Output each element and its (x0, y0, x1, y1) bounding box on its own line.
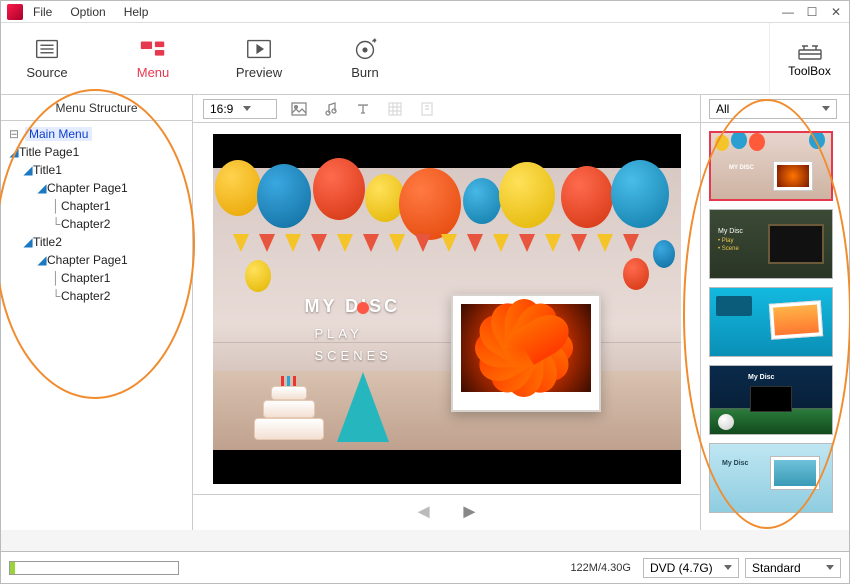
step-preview-label: Preview (236, 65, 282, 80)
text-icon[interactable] (353, 99, 373, 119)
prev-page-button[interactable]: ◄ (414, 501, 434, 524)
toolbox-button[interactable]: ToolBox (769, 23, 849, 94)
tree-chapter-page1-a[interactable]: Chapter Page1 (47, 181, 128, 195)
template-filter-select[interactable]: All (709, 99, 837, 119)
tree-chapter2-b[interactable]: Chapter2 (61, 289, 110, 303)
disc-type-select[interactable]: DVD (4.7G) (643, 558, 739, 578)
tree-chapter1-a[interactable]: Chapter1 (61, 199, 110, 213)
tree-title1[interactable]: Title1 (33, 163, 62, 177)
tree-chapter2-a[interactable]: Chapter2 (61, 217, 110, 231)
step-source-label: Source (26, 65, 67, 80)
source-icon (32, 37, 62, 61)
tree-main-menu[interactable]: Main Menu (25, 127, 92, 141)
menu-preview[interactable]: MY DISC PLAY SCENES (213, 134, 681, 484)
grid-icon[interactable] (385, 99, 405, 119)
template-thumb-5[interactable]: My Disc (709, 443, 833, 513)
music-icon[interactable] (321, 99, 341, 119)
image-icon[interactable] (289, 99, 309, 119)
template-filter-value: All (716, 102, 729, 116)
menu-item-play[interactable]: PLAY (315, 326, 363, 341)
aspect-ratio-value: 16:9 (210, 102, 233, 116)
preview-icon (244, 37, 274, 61)
step-burn[interactable]: Burn (319, 23, 411, 94)
disc-type-value: DVD (4.7G) (650, 561, 713, 575)
tree-title2[interactable]: Title2 (33, 235, 62, 249)
maximize-button[interactable]: ☐ (805, 5, 819, 19)
step-menu[interactable]: Menu (107, 23, 199, 94)
step-menu-label: Menu (137, 65, 170, 80)
menu-item-scenes[interactable]: SCENES (315, 348, 392, 363)
tree-chapter1-b[interactable]: Chapter1 (61, 271, 110, 285)
preview-thumbnail-frame[interactable] (451, 294, 601, 412)
template-thumb-3[interactable] (709, 287, 833, 357)
template-icon[interactable] (417, 99, 437, 119)
template-thumb-2[interactable]: My Disc• Play• Scene (709, 209, 833, 279)
aspect-ratio-select[interactable]: 16:9 (203, 99, 277, 119)
app-icon (7, 4, 23, 20)
menu-help[interactable]: Help (124, 5, 149, 19)
menu-file[interactable]: File (33, 5, 52, 19)
step-preview[interactable]: Preview (213, 23, 305, 94)
next-page-button[interactable]: ► (460, 501, 480, 524)
menu-icon (138, 37, 168, 61)
quality-value: Standard (752, 561, 801, 575)
template-thumb-4[interactable]: My Disc (709, 365, 833, 435)
step-burn-label: Burn (351, 65, 378, 80)
minimize-button[interactable]: — (781, 5, 795, 19)
menu-option[interactable]: Option (70, 5, 105, 19)
cake-decoration (253, 378, 325, 440)
menu-structure-tree[interactable]: ⊟Main Menu ◢Title Page1 ◢Title1 ◢Chapter… (1, 121, 192, 309)
step-source[interactable]: Source (1, 23, 93, 94)
menu-structure-header: Menu Structure (1, 95, 192, 121)
toolbox-label: ToolBox (788, 64, 831, 78)
toolbox-icon (796, 40, 824, 62)
quality-select[interactable]: Standard (745, 558, 841, 578)
tree-title-page1[interactable]: Title Page1 (19, 145, 79, 159)
disc-title-text[interactable]: MY DISC (305, 296, 401, 317)
party-hat-decoration (337, 372, 389, 442)
close-button[interactable]: ✕ (829, 5, 843, 19)
disc-usage-text: 122M/4.30G (570, 562, 637, 574)
template-thumb-1[interactable]: MY DISC (709, 131, 833, 201)
tree-chapter-page1-b[interactable]: Chapter Page1 (47, 253, 128, 267)
burn-icon (350, 37, 380, 61)
disc-usage-bar (9, 561, 179, 575)
